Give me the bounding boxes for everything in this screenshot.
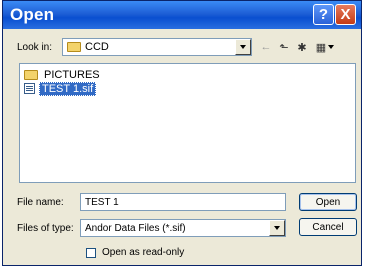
file-name-input[interactable]: TEST 1 bbox=[80, 193, 286, 211]
read-only-checkbox[interactable] bbox=[86, 248, 96, 258]
view-menu-icon[interactable]: ▦ bbox=[313, 39, 337, 55]
title-bar[interactable]: Open ? X bbox=[3, 1, 361, 29]
file-type-label: Files of type: bbox=[17, 223, 74, 234]
help-button[interactable]: ? bbox=[313, 4, 334, 25]
chevron-down-icon bbox=[240, 45, 246, 49]
file-name-label: File name: bbox=[17, 197, 64, 208]
back-icon[interactable]: ← bbox=[259, 39, 273, 55]
list-item[interactable]: TEST 1.sif bbox=[24, 81, 97, 96]
file-name: PICTURES bbox=[44, 68, 100, 81]
window-title: Open bbox=[10, 5, 55, 24]
look-in-combo[interactable]: CCD bbox=[62, 38, 252, 56]
open-button[interactable]: Open bbox=[299, 193, 357, 211]
document-icon bbox=[24, 83, 35, 94]
chevron-down-icon bbox=[328, 45, 335, 49]
view-grid-icon: ▦ bbox=[315, 41, 327, 54]
close-button[interactable]: X bbox=[335, 4, 356, 25]
chevron-down-icon bbox=[274, 226, 280, 230]
cancel-button[interactable]: Cancel bbox=[299, 218, 357, 236]
file-type-select[interactable]: Andor Data Files (*.sif) bbox=[80, 219, 286, 237]
folder-icon bbox=[67, 42, 81, 52]
read-only-label: Open as read-only bbox=[102, 247, 185, 258]
file-list[interactable]: PICTURES TEST 1.sif bbox=[19, 63, 356, 183]
list-item[interactable]: PICTURES bbox=[24, 68, 102, 81]
file-type-dropdown-button[interactable] bbox=[269, 220, 285, 236]
file-name: TEST 1.sif bbox=[39, 81, 97, 96]
up-folder-icon[interactable]: ⬑ bbox=[277, 39, 291, 55]
open-dialog: Open ? X Look in: CCD ← ⬑ ✱ ▦ PICTURES T… bbox=[2, 0, 362, 266]
new-folder-icon[interactable]: ✱ bbox=[295, 39, 309, 55]
folder-icon bbox=[24, 69, 38, 80]
file-type-value: Andor Data Files (*.sif) bbox=[85, 222, 186, 234]
look-in-dropdown-button[interactable] bbox=[235, 39, 251, 55]
look-in-value: CCD bbox=[85, 41, 109, 53]
look-in-label: Look in: bbox=[17, 42, 53, 53]
